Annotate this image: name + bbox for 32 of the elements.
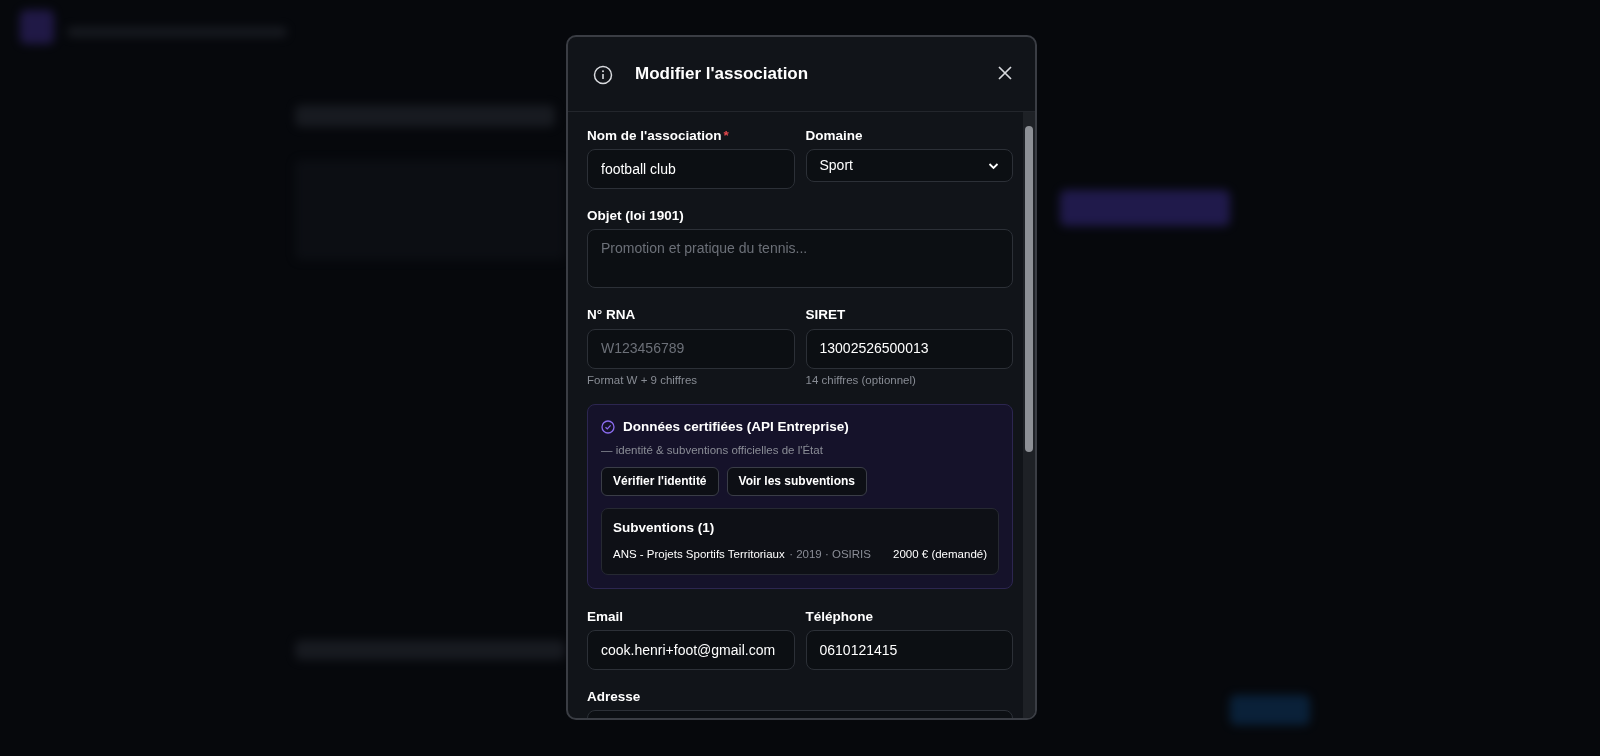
close-button[interactable] (997, 65, 1013, 81)
input-field[interactable]: football club (587, 149, 795, 190)
field-label: SIRET (805, 307, 847, 324)
field-label: Adresse (587, 689, 642, 706)
field-label: Domaine (805, 128, 864, 145)
field-label: Email (587, 609, 625, 626)
input-field[interactable]: 13002526500013 (805, 328, 1013, 369)
grants-title: Subventions (1) (613, 519, 716, 536)
field-label: N° RNA (587, 307, 637, 324)
panel-subtitle: — identité & subventions officielles de l'État (601, 443, 824, 458)
required-asterisk: * (723, 128, 729, 143)
field-hint: 14 chiffres (optionnel) (805, 373, 917, 388)
field-label: Nom de l'association* (587, 128, 730, 145)
panel-title: Données certifiées (API Entreprise) (623, 419, 849, 436)
panel-button[interactable]: Voir les subventions (726, 467, 868, 496)
field-hint: Format W + 9 chiffres (587, 373, 699, 388)
chevron-down-icon (988, 161, 999, 170)
grant-details: · 2019 · OSIRIS (789, 547, 871, 560)
dialog-title: Modifier l'association (635, 63, 810, 85)
input-field[interactable]: cook.henri+foot@gmail.com (587, 630, 795, 671)
check-circle-icon (601, 420, 615, 435)
field-label: Téléphone (805, 609, 874, 626)
input-field[interactable]: W123456789 (587, 328, 795, 369)
domain-select[interactable]: Sport (805, 149, 1013, 183)
grant-name: ANS - Projets Sportifs Territoriaux (613, 547, 785, 560)
info-icon (593, 65, 613, 85)
input-field[interactable]: 0610121415 (805, 630, 1013, 671)
text-area[interactable]: Promotion et pratique du tennis... (587, 229, 1013, 289)
panel-button[interactable]: Vérifier l'identité (601, 467, 719, 496)
grant-amount: 2000 € (demandé) (893, 547, 987, 562)
field-label: Objet (loi 1901) (587, 208, 685, 225)
scrollbar[interactable] (1023, 112, 1035, 718)
